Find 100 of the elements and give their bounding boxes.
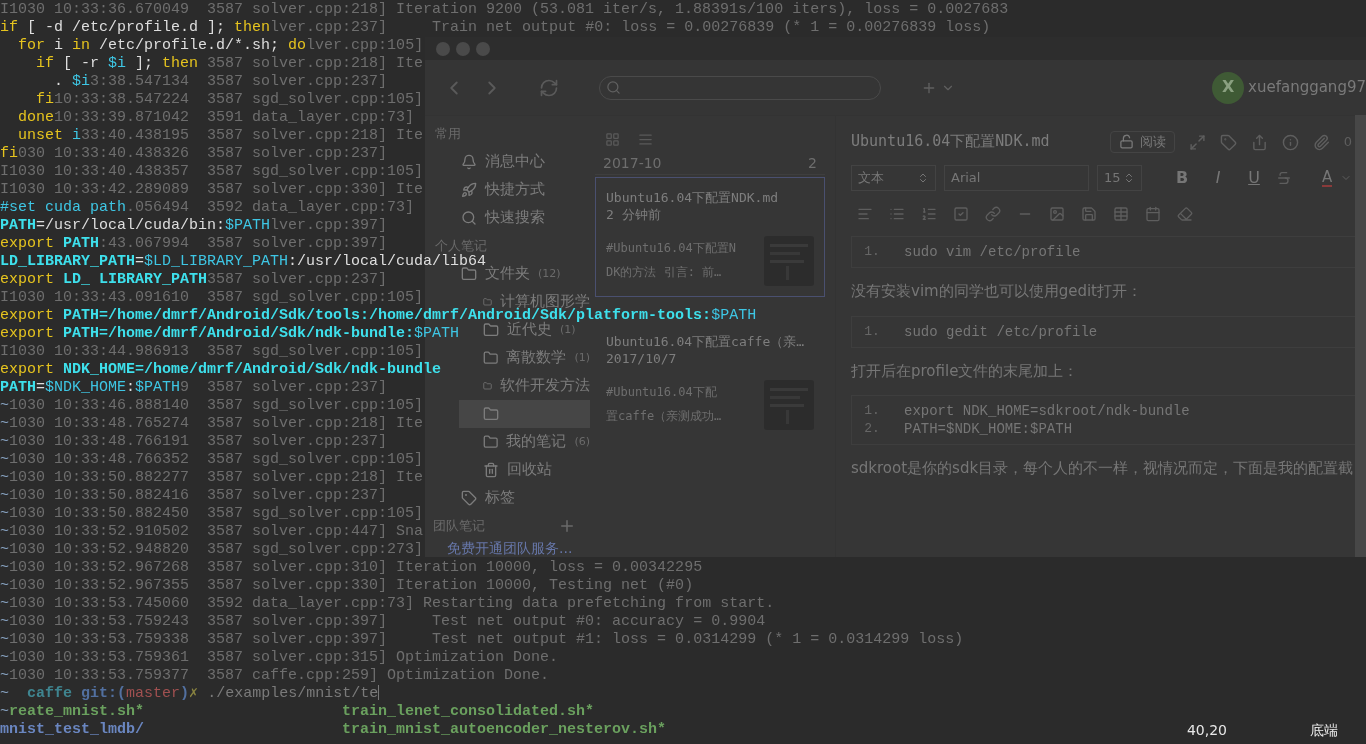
folder-icon [483, 406, 499, 422]
file-name: train_mnist_autoencoder_nesterov.sh* [342, 721, 667, 738]
empty-line-marker: ~ [0, 505, 9, 523]
sidebar-item[interactable]: 快速搜索 [459, 204, 590, 232]
log-line: 1030 10:33:53.759361 3587 solver.cpp:315] Optimization Done. [9, 649, 559, 667]
info-icon[interactable] [1281, 133, 1299, 151]
sidebar-item[interactable]: 消息中心 [459, 148, 590, 176]
code-line: done [17, 109, 54, 127]
code-line: PATH=$NDK_HOME:$PATH [0, 379, 181, 397]
share-icon[interactable] [1250, 133, 1268, 151]
underline-button[interactable]: U [1240, 165, 1268, 191]
code-line: . $i [53, 73, 91, 91]
log-line: 1030 10:33:46.888140 3587 sgd_solver.cpp:105] [9, 397, 424, 415]
search-icon [461, 210, 477, 226]
strikethrough-icon[interactable] [1276, 170, 1292, 186]
note-time: 2 分钟前 [606, 207, 662, 224]
read-button[interactable]: 阅读 [1109, 130, 1175, 154]
item-label: 近代史 [507, 320, 552, 340]
log-line: 1030 10:33:50.882450 3587 sgd_solver.cpp:105] [9, 505, 424, 523]
group-count: 2 [808, 154, 817, 173]
log-line: 3587 solver.cpp:237] [207, 271, 388, 289]
tag-icon[interactable] [1219, 133, 1237, 151]
folder-name: mnist_test_lmdb/ [0, 721, 145, 738]
link-icon[interactable] [985, 206, 1001, 222]
bullet-list-icon[interactable] [889, 206, 905, 222]
table-icon[interactable] [1113, 206, 1129, 222]
code-line: unset i [17, 127, 82, 145]
code-line: if [ -r $i ]; then [35, 55, 199, 73]
calendar-icon[interactable] [1145, 206, 1161, 222]
log-line: lver.cpp:397] [270, 217, 388, 235]
empty-line-marker: ~ [0, 433, 9, 451]
code-line: export NDK_HOME=sdkroot/ndk-bundle [903, 402, 1191, 420]
italic-button[interactable]: I [1204, 165, 1232, 191]
empty-line-marker: ~ [0, 415, 9, 433]
code-line: export NDK_HOME=/home/dmrf/Android/Sdk/ndk-bundle [0, 361, 442, 379]
log-line: 1030 10:33:48.766191 3587 solver.cpp:237] [9, 433, 388, 451]
empty-line-marker: ~ [0, 595, 9, 613]
sidebar-item[interactable]: 回收站 [459, 456, 590, 484]
add-icon[interactable] [558, 517, 576, 535]
sidebar-item[interactable]: 标签 [459, 484, 590, 512]
log-line: I1030 10:33:36.670049 3587 solver.cpp:218] Iteration 9200 (53.081 iter/s, 1.88391s/100 iters), loss = 0.0027683 [0, 1, 1009, 19]
user-avatar[interactable]: X [1212, 71, 1245, 104]
empty-line-marker: ~ [0, 685, 9, 703]
code-line: export LD_ LIBRARY_PATH [0, 271, 208, 289]
style-select[interactable]: 文本 [851, 165, 936, 191]
align-icon[interactable] [857, 206, 873, 222]
log-line: 33:40.438195 3587 solver.cpp:218] Ite [81, 127, 424, 145]
grid-view-icon[interactable] [605, 131, 620, 147]
paragraph: 打开后在profile文件的末尾加上： [851, 361, 1080, 381]
log-line: 1030 10:33:48.766352 3587 sgd_solver.cpp:105] [9, 451, 424, 469]
bold-button[interactable]: B [1168, 165, 1196, 191]
team-service-link[interactable]: 免费开通团队服务... [425, 540, 590, 556]
window-control[interactable] [436, 41, 450, 56]
unlock-icon [1118, 134, 1134, 150]
item-label: 回收站 [507, 460, 552, 480]
note-title: Ubuntu16.04下配置caffe（亲… [606, 333, 806, 351]
window-control[interactable] [456, 41, 470, 56]
tag-icon [461, 490, 477, 506]
empty-line-marker: ~ [0, 523, 9, 541]
image-icon[interactable] [1049, 206, 1065, 222]
code-line: fi [35, 91, 54, 109]
file-name: reate_mnist.sh* [9, 703, 145, 720]
sidebar-item[interactable]: 软件开发方法 [459, 372, 590, 400]
code-line: export PATH=/home/dmrf/Android/Sdk/ndk-bundle:$PATH [0, 325, 460, 343]
file-name: train_lenet_consolidated.sh* [342, 703, 595, 720]
size-select[interactable]: 15 [1097, 165, 1142, 191]
list-view-icon[interactable] [638, 131, 653, 147]
eraser-icon[interactable] [1177, 206, 1193, 222]
code-line: PATH=/usr/local/cuda/bin:$PATH [0, 217, 271, 235]
font-select[interactable]: Arial [944, 165, 1089, 191]
numbered-list-icon[interactable] [921, 206, 937, 222]
item-label: 文件夹 [485, 264, 530, 284]
refresh-icon[interactable] [539, 77, 559, 98]
item-label: 我的笔记 [506, 432, 567, 452]
log-line: 1030 10:33:53.745060 3592 data_layer.cpp:73] Restarting data prefetching from start. [9, 595, 775, 613]
code-line: LD_LIBRARY_PATH=$LD_LIBRARY_PATH:/usr/local/cuda/lib64 [0, 253, 487, 270]
log-line: :43.067994 3587 solver.cpp:397] [99, 235, 388, 253]
folder-icon [483, 322, 499, 338]
updown-icon [917, 172, 929, 184]
sidebar-item[interactable]: 快捷方式 [459, 176, 590, 204]
text-color-button[interactable]: A [1322, 169, 1333, 187]
code-line: PATH=$NDK_HOME:$PATH [903, 420, 1074, 438]
save-icon[interactable] [1081, 206, 1097, 222]
code-line: sudo gedit /etc/profile [903, 322, 1099, 341]
empty-line-marker: ~ [0, 469, 9, 487]
log-line: 030 10:33:40.438326 3587 solver.cpp:237] [18, 145, 388, 163]
note-title: Ubuntu16.04下配置NDK.md [606, 190, 780, 208]
sidebar-item[interactable] [459, 400, 590, 428]
user-name[interactable]: xuefanggang97 [1248, 77, 1366, 98]
empty-line-marker: ~ [0, 703, 9, 721]
item-label: 消息中心 [485, 152, 545, 172]
expand-icon[interactable] [1188, 133, 1206, 151]
attachment-icon[interactable] [1312, 133, 1330, 151]
window-control[interactable] [476, 41, 490, 56]
scrollbar[interactable] [1355, 115, 1366, 557]
log-line: 1030 10:33:52.910502 3587 solver.cpp:447] Sna [9, 523, 424, 541]
bell-icon [461, 154, 477, 170]
checkbox-icon[interactable] [953, 206, 969, 222]
log-line: 1030 10:33:52.948820 3587 sgd_solver.cpp:273] [9, 541, 424, 559]
item-label: 离散数学 [506, 348, 567, 368]
